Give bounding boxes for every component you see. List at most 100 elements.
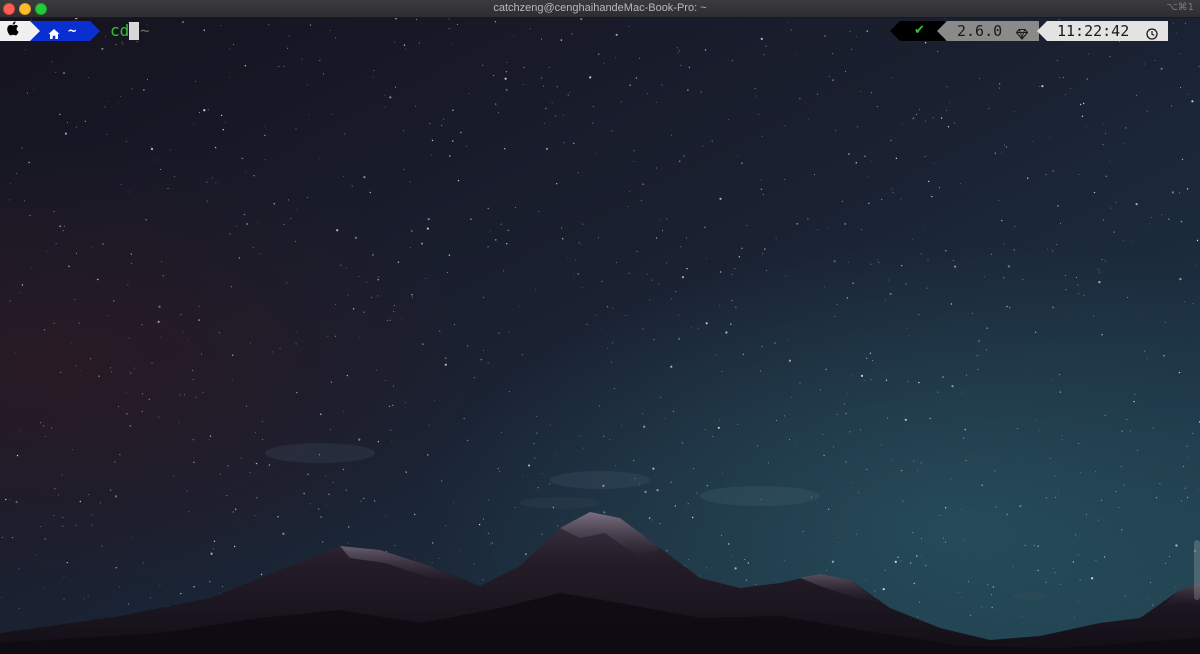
star [706,484,709,487]
star [203,109,206,112]
star [1171,191,1174,194]
star [666,550,668,552]
star [119,586,121,588]
star [507,229,509,232]
star [776,419,777,421]
star [1136,94,1138,96]
star [16,172,18,174]
star [348,526,350,528]
star [972,312,973,314]
star [31,266,32,268]
star [208,439,210,441]
star [470,218,472,220]
star [595,152,597,154]
typed-command[interactable]: cd [110,21,129,41]
star [922,229,924,231]
star [87,595,89,597]
star [1192,432,1194,434]
star [1003,277,1005,279]
star [318,508,320,510]
star [369,191,371,194]
star [606,306,609,308]
star [967,580,969,582]
star [784,125,786,127]
prompt-line[interactable]: ~ cd ~ ✔ 2.6.0 11:22:42 [0,20,1200,42]
star [892,458,894,460]
star [88,77,90,78]
star [858,492,859,494]
star [207,108,209,111]
star [1083,294,1085,296]
star [1150,217,1152,218]
star [1097,519,1099,521]
star [597,237,599,239]
star [1072,561,1075,563]
star [633,160,635,162]
star [937,51,939,52]
star [653,338,655,341]
star [448,254,451,256]
star [890,139,892,142]
star [556,183,558,185]
star [522,475,523,477]
star [882,588,885,591]
star [59,225,61,227]
star [649,299,651,301]
star [760,498,762,500]
star [149,597,151,599]
star [1180,220,1183,223]
star [908,335,910,337]
title-bar[interactable]: catchzeng@cenghaihandeMac-Book-Pro: ~ ⌥⌘… [0,0,1200,18]
star [415,105,417,107]
star [91,514,93,516]
star [431,154,432,156]
star [1033,545,1035,547]
star [693,468,695,470]
star [541,473,543,475]
star [1019,505,1022,508]
star [633,150,635,152]
star [457,179,460,182]
star [788,359,792,362]
star [294,241,296,243]
star [418,42,420,44]
star [256,497,258,499]
star [373,70,375,71]
star [343,176,345,177]
star [901,265,903,267]
star [233,545,236,548]
star [501,431,503,433]
star [466,345,469,347]
star [254,515,256,517]
star [235,508,237,510]
star [612,307,614,309]
scrollbar[interactable] [1194,540,1200,600]
star [704,226,706,229]
star [950,478,952,480]
star [192,369,193,371]
star [58,494,59,496]
star [147,78,148,80]
star [154,159,156,161]
star [1054,496,1056,498]
star [264,134,266,137]
star [582,223,584,225]
star [483,349,485,351]
star [807,218,809,220]
star [500,223,502,225]
star [1164,321,1166,323]
star [924,120,926,122]
star [912,117,915,120]
star [128,191,130,193]
star [799,98,801,100]
star [1037,569,1039,572]
star [1058,77,1060,79]
star [1017,428,1019,430]
star [186,490,188,492]
star [947,126,950,128]
star [823,454,825,457]
star [945,541,946,543]
star [1105,175,1108,177]
star [308,114,310,116]
star [1007,265,1010,268]
